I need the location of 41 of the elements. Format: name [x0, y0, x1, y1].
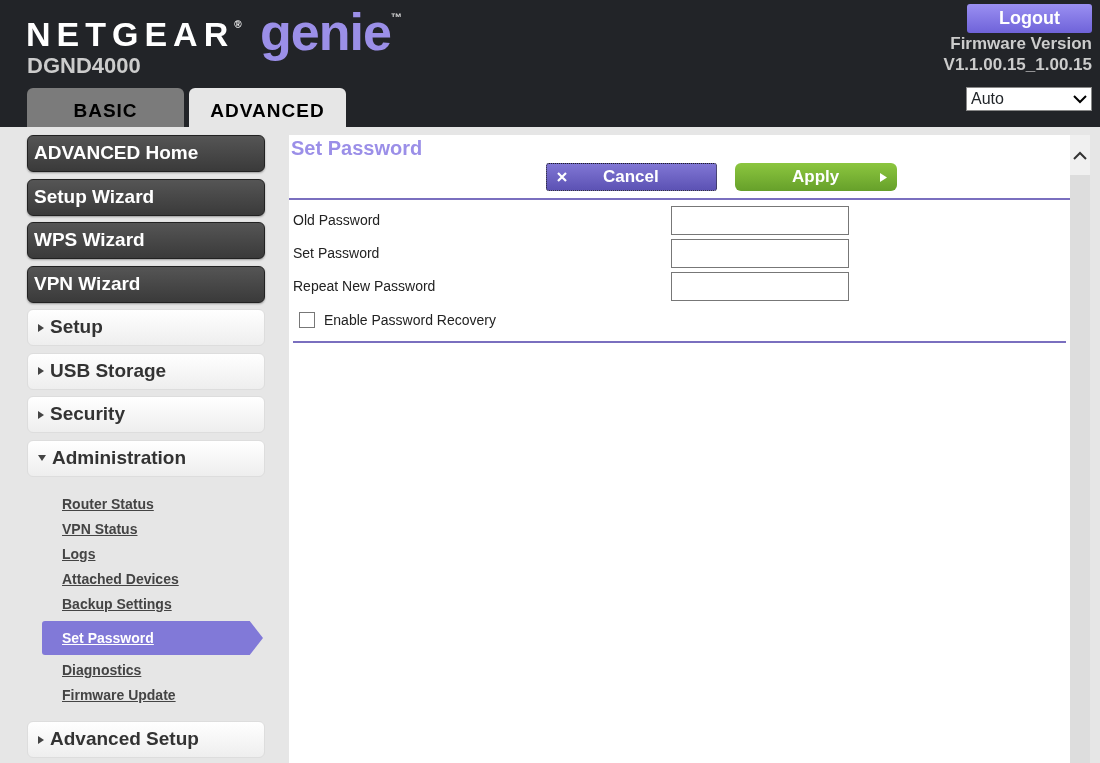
page-title: Set Password — [290, 136, 424, 159]
checkbox-label: Enable Password Recovery — [324, 310, 497, 330]
language-select[interactable]: Auto — [966, 87, 1092, 111]
chevron-down-icon — [1073, 94, 1087, 104]
menu-section[interactable]: Setup — [27, 309, 265, 346]
submenu-link[interactable]: Attached Devices — [42, 567, 263, 592]
menu-section[interactable]: USB Storage — [27, 352, 265, 390]
input-field[interactable] — [671, 272, 849, 301]
tab[interactable]: ADVANCED — [189, 88, 346, 127]
submenu-link[interactable]: Firmware Update — [42, 683, 263, 708]
field-label: Set Password — [293, 244, 381, 263]
logo-text: NETGEAR$^{®}$ — [26, 14, 242, 55]
firmware-version: V1.1.00.15_1.00.15 — [943, 54, 1092, 75]
model-name: DGND4000 — [27, 54, 141, 78]
submenu-link[interactable]: Router Status — [42, 492, 263, 517]
submenu-link[interactable]: Set Password — [42, 621, 263, 655]
play-icon — [880, 172, 887, 182]
checkbox[interactable] — [299, 312, 315, 328]
input-field[interactable] — [671, 206, 849, 235]
close-icon — [557, 172, 567, 182]
submenu-link[interactable]: Backup Settings — [42, 592, 263, 617]
field-label: Repeat New Password — [293, 277, 437, 296]
submenu-link[interactable]: Diagnostics — [42, 658, 263, 683]
scrollbar[interactable] — [1070, 135, 1090, 763]
menu-button[interactable]: ADVANCED Home — [27, 135, 265, 172]
product-name: genie$^{™}$ — [260, 2, 402, 62]
menu-button[interactable]: VPN Wizard — [27, 265, 265, 303]
menu-button[interactable]: Setup Wizard — [27, 178, 265, 216]
submenu-link[interactable]: VPN Status — [42, 517, 263, 542]
menu-button[interactable]: WPS Wizard — [27, 222, 265, 259]
menu-section[interactable]: Security — [27, 396, 265, 433]
menu-section[interactable]: Administration — [27, 439, 265, 477]
submenu-link[interactable]: Logs — [42, 542, 263, 567]
field-label: Old Password — [293, 211, 382, 230]
menu-section[interactable]: Advanced Setup — [27, 721, 265, 758]
firmware-label: Firmware Version — [950, 33, 1092, 54]
logout-button[interactable]: Logout — [967, 4, 1092, 33]
tab[interactable]: BASIC — [27, 88, 184, 127]
scroll-up-icon[interactable] — [1073, 150, 1087, 160]
input-field[interactable] — [671, 239, 849, 268]
cancel-button[interactable]: Cancel — [546, 163, 717, 191]
